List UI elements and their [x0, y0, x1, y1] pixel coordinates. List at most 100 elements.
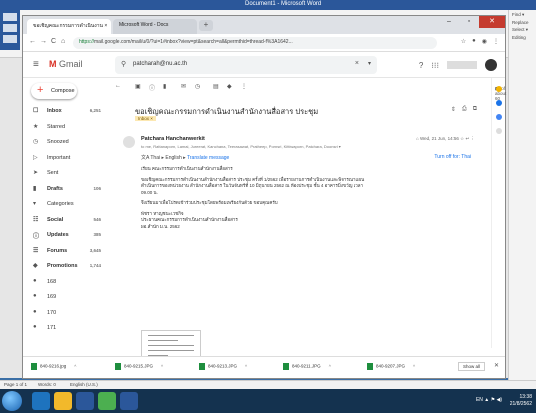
reload-icon[interactable]: C — [51, 38, 56, 45]
delete-icon[interactable]: ▮ — [163, 83, 166, 90]
chevron-up-icon[interactable]: ^ — [74, 364, 76, 369]
labels-icon[interactable]: ◆ — [227, 83, 232, 90]
back-to-inbox-icon[interactable]: ← — [115, 83, 121, 89]
sidebar-item[interactable]: ◷ Snoozed — [33, 137, 109, 148]
word-clipboard-group[interactable] — [0, 10, 20, 50]
tasks-icon[interactable] — [495, 114, 502, 120]
sidebar-item[interactable]: ◆ Promotions 1,744 — [33, 261, 109, 272]
sidebar-item[interactable]: ➤ Sent — [33, 168, 109, 179]
keep-icon[interactable] — [495, 100, 502, 106]
download-name: 840-9216.jpg — [40, 363, 67, 369]
sidebar-item[interactable]: ● 169 — [33, 292, 109, 303]
minimize-button[interactable]: – — [439, 16, 459, 28]
show-all-downloads-button[interactable]: Show all — [457, 362, 485, 371]
more-icon[interactable]: ⋮ — [241, 83, 247, 90]
word-replace[interactable]: Replace — [509, 18, 536, 25]
close-downloads-icon[interactable]: ✕ — [494, 362, 499, 369]
maximize-button[interactable]: ▫ — [459, 16, 479, 28]
star-bookmark-icon[interactable]: ☆ — [461, 38, 466, 45]
download-item[interactable]: 840-9213.JPG ^ — [199, 363, 247, 370]
archive-icon[interactable]: ▣ — [135, 83, 141, 90]
inbox-label-chip[interactable]: Inbox × — [135, 116, 156, 121]
sidebar-item-icon: ⓘ — [33, 234, 40, 240]
sidebar-item[interactable]: ● 171 — [33, 323, 109, 334]
calendar-icon[interactable] — [495, 86, 502, 92]
tab-gmail[interactable]: ขอเชิญคณะกรรมการดำเนินงาน × — [27, 19, 111, 34]
word-select[interactable]: Select ▾ — [509, 25, 536, 33]
sidebar-item[interactable]: ▮ Drafts 106 — [33, 184, 109, 195]
sidebar-item[interactable]: ★ Starred — [33, 122, 109, 133]
sidebar-item[interactable]: ▾ Categories — [33, 199, 109, 210]
print-icon[interactable]: ⎙ — [462, 106, 467, 113]
sidebar-item[interactable]: ● 168 — [33, 277, 109, 288]
main-menu-icon[interactable]: ≡ — [33, 59, 39, 70]
chevron-up-icon[interactable]: ^ — [413, 364, 415, 369]
address-actions: ☆ ● ◉ ⋮ — [461, 38, 499, 45]
add-addon-icon[interactable] — [495, 128, 502, 134]
chevron-up-icon[interactable]: ^ — [245, 364, 247, 369]
recipients[interactable]: to me, Rattanaporn, Lamai, Jureerat, Kan… — [141, 144, 381, 149]
menu-icon[interactable]: ⋮ — [493, 38, 499, 45]
sidebar-item[interactable]: ☰ Forums 3,645 — [33, 246, 109, 257]
system-tray[interactable]: EN ▲ ⚑ ◀) — [476, 397, 502, 403]
expand-icon[interactable]: ⇕ — [451, 106, 456, 113]
compose-button[interactable]: + Compose — [31, 83, 77, 99]
snooze-icon[interactable]: ◷ — [195, 83, 200, 90]
support-icon[interactable]: ? — [419, 61, 423, 70]
start-button[interactable] — [2, 391, 22, 411]
sidebar-item[interactable]: ● 170 — [33, 308, 109, 319]
chevron-up-icon[interactable]: ^ — [161, 364, 163, 369]
close-window-button[interactable]: ✕ — [479, 16, 505, 28]
sidebar-item-label: Forums — [47, 247, 68, 254]
forward-icon[interactable]: → — [40, 38, 47, 45]
sidebar-item-label: Starred — [47, 123, 66, 130]
word-taskbar-icon[interactable] — [120, 392, 138, 410]
new-window-icon[interactable]: ⧉ — [473, 106, 477, 113]
report-spam-icon[interactable]: ⓘ — [149, 83, 155, 92]
extension-icon[interactable]: ● — [472, 38, 476, 45]
avatar[interactable] — [485, 59, 497, 71]
message-more-icon[interactable]: ⋮ — [471, 136, 476, 141]
home-icon[interactable]: ⌂ — [61, 38, 65, 45]
sender-name[interactable]: Patchara Hanchanwerkit — [141, 136, 205, 142]
sidebar-item[interactable]: ☷ Social 546 — [33, 215, 109, 226]
translate-from[interactable]: Thai — [150, 155, 160, 161]
download-item[interactable]: 840-9215.JPG ^ — [115, 363, 163, 370]
clear-search-icon[interactable]: × — [355, 60, 359, 67]
back-icon[interactable]: ← — [29, 38, 36, 45]
word-find[interactable]: Find ▾ — [509, 10, 536, 18]
media-icon[interactable] — [76, 392, 94, 410]
translate-to[interactable]: English — [165, 155, 181, 161]
tab-word[interactable]: Microsoft Word - Docs — [113, 19, 197, 34]
sidebar-item[interactable]: ☐ Inbox 6,251 — [33, 106, 109, 117]
url-field[interactable]: https://mail.google.com/mail/u/0/?ui=1#i… — [73, 37, 437, 49]
download-item[interactable]: 840-9207.JPG ^ — [367, 363, 415, 370]
turn-off-translate-link[interactable]: Turn off for: Thai — [434, 154, 471, 160]
sidebar-item-label: 171 — [47, 325, 57, 331]
move-to-icon[interactable]: ▤ — [213, 83, 219, 90]
sidebar-item-label: Drafts — [47, 185, 63, 192]
explorer-icon[interactable] — [54, 392, 72, 410]
download-item[interactable]: 840-9216.jpg ^ — [31, 363, 76, 370]
ie-icon[interactable] — [32, 392, 50, 410]
download-item[interactable]: 840-9211.JPG ^ — [283, 363, 331, 370]
sidebar-item[interactable]: ▷ Important — [33, 153, 109, 164]
subject-actions: ⇕ ⎙ ⧉ — [451, 106, 477, 113]
mark-unread-icon[interactable]: ✉ — [181, 83, 186, 90]
clock[interactable]: 13:38 21/8/2562 — [510, 394, 532, 408]
sidebar: + Compose ☐ Inbox 6,251 ★ Starred ◷ Snoozed ▷ Im… — [23, 78, 111, 346]
word-editing-pane[interactable]: Find ▾ Replace Select ▾ Editing — [508, 10, 536, 382]
chevron-up-icon[interactable]: ^ — [329, 364, 331, 369]
search-options-icon[interactable]: ▾ — [368, 60, 371, 67]
download-name: 840-9213.JPG — [208, 363, 238, 369]
new-tab-button[interactable]: + — [199, 20, 213, 31]
search-input[interactable]: ⚲ patcharah@nu.ac.th × ▾ — [115, 56, 377, 74]
status-page: Page 1 of 1 — [4, 382, 28, 387]
profile-icon[interactable]: ◉ — [482, 38, 487, 45]
search-icon[interactable]: ⚲ — [121, 60, 126, 68]
translate-message-link[interactable]: Translate message — [187, 155, 229, 161]
gmail-logo[interactable]: M Gmail — [49, 59, 83, 69]
chrome-taskbar-icon[interactable] — [98, 392, 116, 410]
apps-icon[interactable]: ⁝⁝⁝ — [431, 61, 439, 70]
sidebar-item[interactable]: ⓘ Updates 385 — [33, 230, 109, 241]
